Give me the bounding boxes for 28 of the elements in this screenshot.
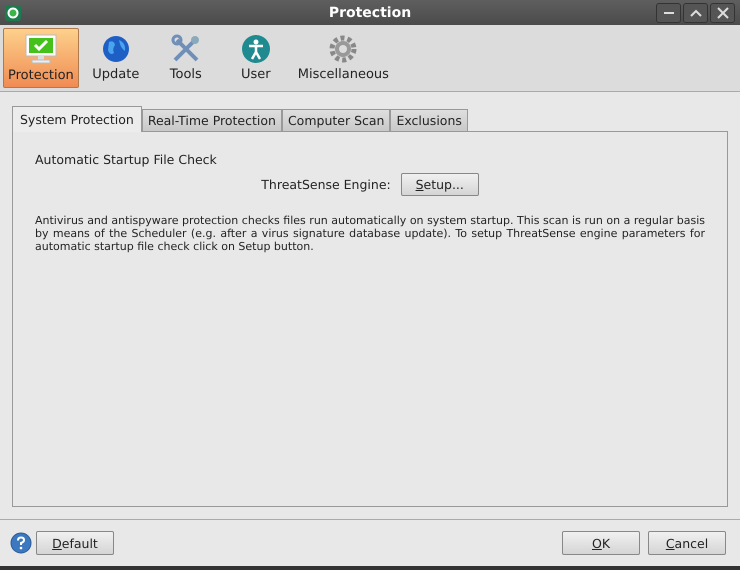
toolbar-item[interactable]: Miscellaneous — [292, 28, 394, 88]
toolbar-item[interactable]: User — [222, 28, 289, 88]
close-button[interactable] — [710, 2, 735, 22]
monitor-icon — [24, 33, 58, 65]
globe-icon — [100, 34, 131, 64]
tools-icon — [170, 34, 201, 64]
tab[interactable]: Computer Scan — [282, 109, 390, 131]
app-icon — [5, 4, 21, 20]
gear-icon — [328, 34, 358, 64]
toolbar-item[interactable]: Tools — [152, 28, 219, 88]
help-icon[interactable] — [10, 532, 32, 554]
default-button[interactable]: Default — [36, 531, 114, 555]
tab[interactable]: Real-Time Protection — [142, 109, 282, 131]
dialog-button[interactable]: OK — [562, 531, 640, 555]
minimize-button[interactable] — [656, 2, 681, 22]
maximize-button[interactable] — [683, 2, 708, 22]
section-title: Automatic Startup File Check — [35, 152, 218, 167]
toolbar-item[interactable]: Update — [82, 28, 149, 88]
setup-button[interactable]: Setup... — [400, 173, 479, 196]
toolbar-item[interactable]: Protection — [3, 28, 79, 88]
close-icon — [716, 6, 728, 18]
window-title: Protection — [328, 4, 412, 20]
description-text: Antivirus and antispyware protection checks files run automatically on system startup. This scan is run on a regular basis by means of the Scheduler (e.g. after a virus signature database update). To setup ThreatSense engine parameters for automatic startup file check click on Setup button. — [35, 214, 705, 253]
person-icon — [240, 34, 271, 64]
tab[interactable]: Exclusions — [390, 109, 468, 131]
engine-label: ThreatSense Engine: — [261, 177, 391, 192]
tab[interactable]: System Protection — [12, 106, 142, 132]
dialog-button[interactable]: Cancel — [648, 531, 726, 555]
